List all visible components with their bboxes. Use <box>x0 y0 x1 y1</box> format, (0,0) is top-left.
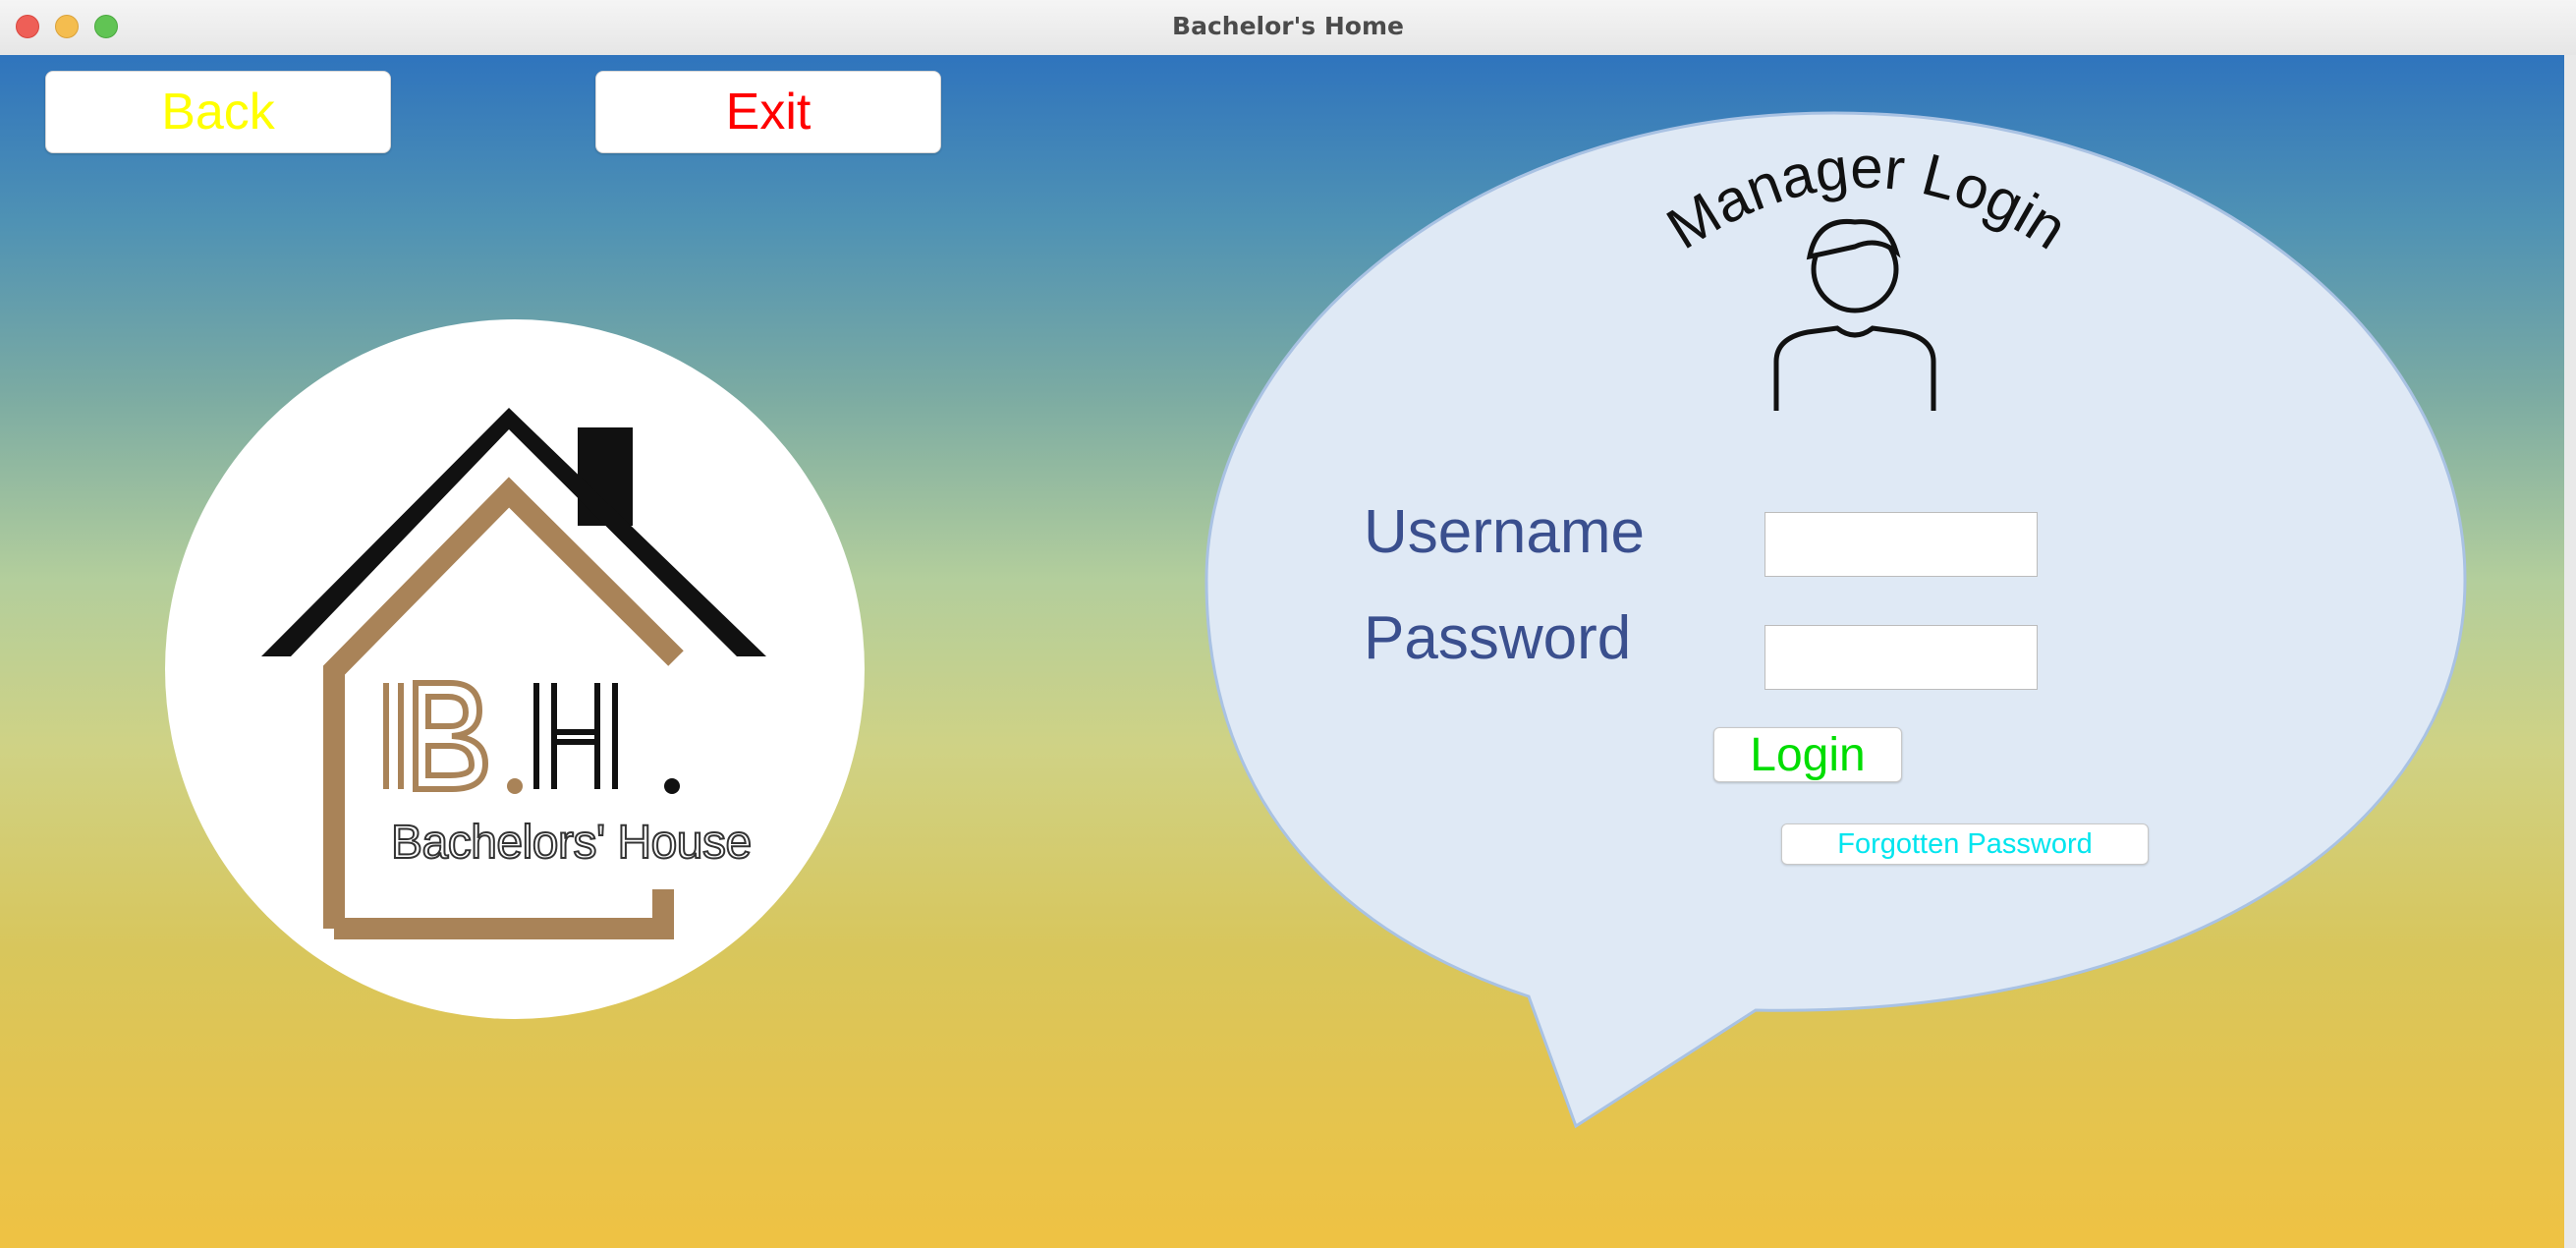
password-field[interactable] <box>1764 625 2038 690</box>
house-logo-icon <box>261 408 766 939</box>
title-bar: Bachelor's Home <box>0 0 2576 56</box>
forgotten-password-button[interactable]: Forgotten Password <box>1781 823 2149 865</box>
username-label: Username <box>1364 498 1645 566</box>
password-label: Password <box>1364 604 1632 672</box>
app-window: Bachelor's Home Back Exit Bachelors' Hou… <box>0 0 2576 1248</box>
main-content: Back Exit Bachelors' House Manager Login… <box>0 55 2576 1248</box>
window-title: Bachelor's Home <box>1172 12 1404 40</box>
user-silhouette-icon <box>1773 218 1936 411</box>
manager-login-heading: Manager Login <box>1655 135 2078 262</box>
logo-tagline: Bachelors' House <box>390 816 753 870</box>
login-button[interactable]: Login <box>1713 727 1902 782</box>
exit-button[interactable]: Exit <box>595 71 941 153</box>
logo-circle: Bachelors' House <box>165 319 865 1019</box>
back-button[interactable]: Back <box>45 71 391 153</box>
username-field[interactable] <box>1764 512 2038 577</box>
